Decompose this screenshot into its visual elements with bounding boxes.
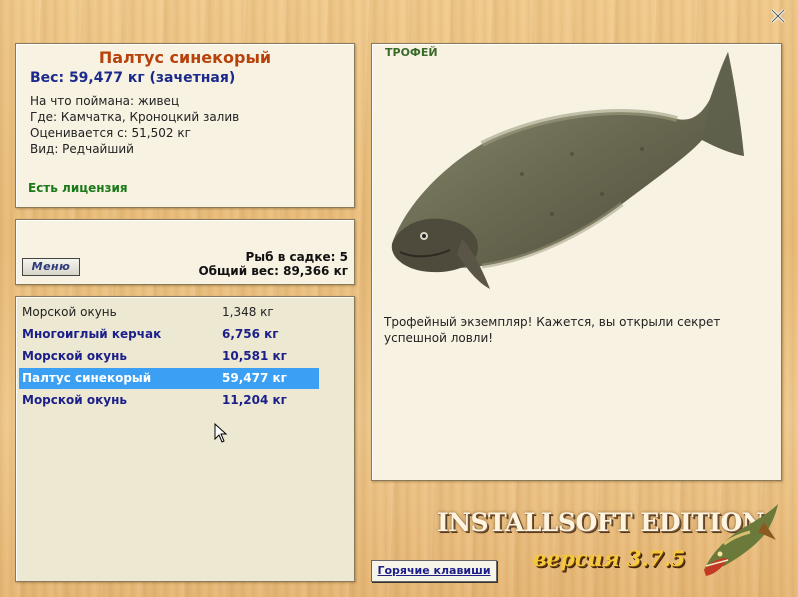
keepnet-summary-panel: Меню Рыб в садке: 5 Общий вес: 89,366 кг xyxy=(15,219,355,285)
catch-row[interactable]: Морской окунь 1,348 кг xyxy=(19,302,319,323)
catch-row[interactable]: Многоиглый керчак 6,756 кг xyxy=(19,324,319,345)
catch-list: Морской окунь 1,348 кг Многоиглый керчак 6,… xyxy=(15,296,355,582)
hotkeys-button[interactable]: Горячие клавиши xyxy=(371,560,497,582)
fish-name: Палтус синекорый xyxy=(98,48,272,67)
halibut-image xyxy=(391,52,744,289)
valued-from-info: Оценивается с: 51,502 кг xyxy=(30,126,191,140)
trophy-photo-panel: ТРОФЕЙ Трофейный экземпляр! Кажется, вы … xyxy=(371,43,782,481)
catch-fish-name: Многоиглый керчак xyxy=(22,327,162,341)
catch-fish-name: Морской окунь xyxy=(22,393,127,407)
catch-fish-name: Морской окунь xyxy=(22,305,117,319)
mouse-cursor-icon xyxy=(214,422,228,446)
catch-row[interactable]: Морской окунь 10,581 кг xyxy=(19,346,319,367)
catch-row[interactable]: Морской окунь 11,204 кг xyxy=(19,390,319,411)
catch-fish-weight: 1,348 кг xyxy=(222,305,274,319)
catch-fish-weight: 10,581 кг xyxy=(222,349,287,363)
license-status: Есть лицензия xyxy=(28,181,128,195)
location-info: Где: Камчатка, Кроноцкий залив xyxy=(30,110,240,124)
catch-fish-name: Палтус синекорый xyxy=(22,371,152,385)
total-weight: Общий вес: 89,366 кг xyxy=(198,264,348,278)
catch-row-selected[interactable]: Палтус синекорый 59,477 кг xyxy=(19,368,319,389)
bait-info: На что поймана: живец xyxy=(30,94,180,108)
rarity-info: Вид: Редчайший xyxy=(30,142,134,156)
fish-info-panel: Палтус синекорый Вес: 59,477 кг (зачетна… xyxy=(15,43,355,208)
menu-button[interactable]: Меню xyxy=(22,258,80,276)
catch-fish-name: Морской окунь xyxy=(22,349,127,363)
version-label: версия 3.7.5 xyxy=(533,546,686,571)
pike-logo-icon xyxy=(698,500,788,583)
trophy-description: Трофейный экземпляр! Кажется, вы открыли… xyxy=(384,315,721,345)
catch-fish-weight: 59,477 кг xyxy=(222,371,287,385)
fish-weight: Вес: 59,477 кг (зачетная) xyxy=(30,70,236,86)
catch-fish-weight: 11,204 кг xyxy=(222,393,287,407)
catch-fish-weight: 6,756 кг xyxy=(222,327,279,341)
fish-count: Рыб в садке: 5 xyxy=(245,250,349,264)
close-icon[interactable] xyxy=(770,8,786,24)
